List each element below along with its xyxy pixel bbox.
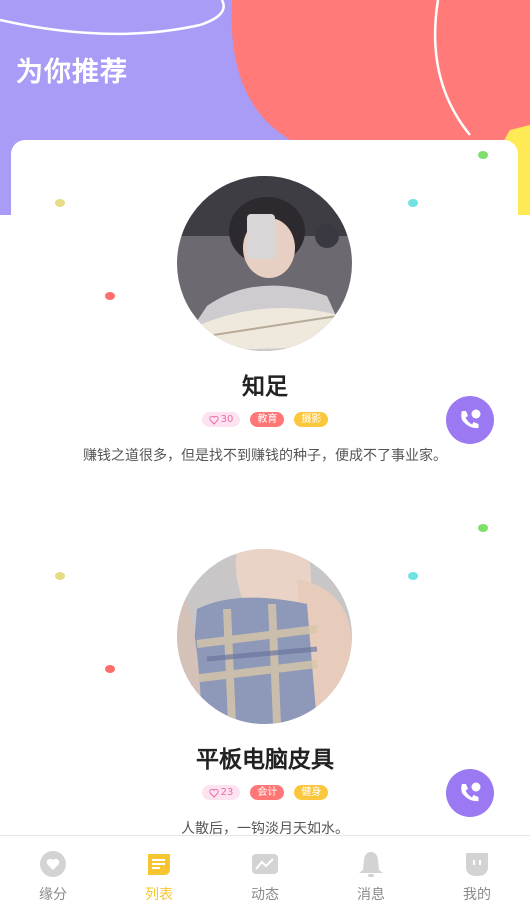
user-bio: 人散后，一钩淡月天如水。 xyxy=(181,821,349,835)
decor-dot xyxy=(478,524,488,532)
tab-label: 缘分 xyxy=(39,887,67,903)
profile-icon xyxy=(462,849,492,879)
tab-messages[interactable]: 消息 xyxy=(318,836,424,905)
decor-dot xyxy=(55,572,65,580)
phone-call-icon xyxy=(461,409,481,429)
decor-dot xyxy=(105,292,115,300)
likes-count: 23 xyxy=(220,787,234,798)
tag-badge: 教育 xyxy=(250,412,285,427)
avatar[interactable] xyxy=(177,176,352,351)
likes-badge: 30 xyxy=(201,412,241,427)
decor-dot xyxy=(478,151,488,159)
likes-badge: 23 xyxy=(201,785,241,800)
tab-label: 消息 xyxy=(357,887,385,903)
tab-moments[interactable]: 动态 xyxy=(212,836,318,905)
tag-badge: 摄影 xyxy=(294,412,329,427)
tag-badge: 会计 xyxy=(250,785,285,800)
tab-label: 我的 xyxy=(463,887,491,903)
tab-label: 动态 xyxy=(251,887,279,903)
heart-outline-icon xyxy=(208,788,219,798)
trend-icon xyxy=(250,849,280,879)
tag-badge: 健身 xyxy=(294,785,329,800)
heart-outline-icon xyxy=(208,415,219,425)
bottom-tab-bar: 缘分 列表 动态 消息 我的 xyxy=(0,835,530,905)
call-button[interactable] xyxy=(446,396,494,444)
tab-me[interactable]: 我的 xyxy=(424,836,530,905)
avatar[interactable] xyxy=(177,549,352,724)
list-icon xyxy=(144,849,174,879)
decor-dot xyxy=(55,199,65,207)
bell-icon xyxy=(356,849,386,879)
user-name: 平板电脑皮具 xyxy=(196,747,334,773)
decor-dot xyxy=(408,572,418,580)
decor-dot xyxy=(105,665,115,673)
user-feed[interactable]: 知足 30 教育 摄影 赚钱之道很多，但是找不到赚钱的种子，便成不了事业家。 平… xyxy=(0,0,530,835)
likes-count: 30 xyxy=(220,414,234,425)
phone-call-icon xyxy=(461,782,481,802)
tab-label: 列表 xyxy=(145,887,173,903)
call-button[interactable] xyxy=(446,769,494,817)
decor-dot xyxy=(408,199,418,207)
user-bio: 赚钱之道很多，但是找不到赚钱的种子，便成不了事业家。 xyxy=(83,448,447,464)
tab-list[interactable]: 列表 xyxy=(106,836,212,905)
tab-yuanfen[interactable]: 缘分 xyxy=(0,836,106,905)
user-name: 知足 xyxy=(242,374,288,400)
heart-icon xyxy=(38,849,68,879)
